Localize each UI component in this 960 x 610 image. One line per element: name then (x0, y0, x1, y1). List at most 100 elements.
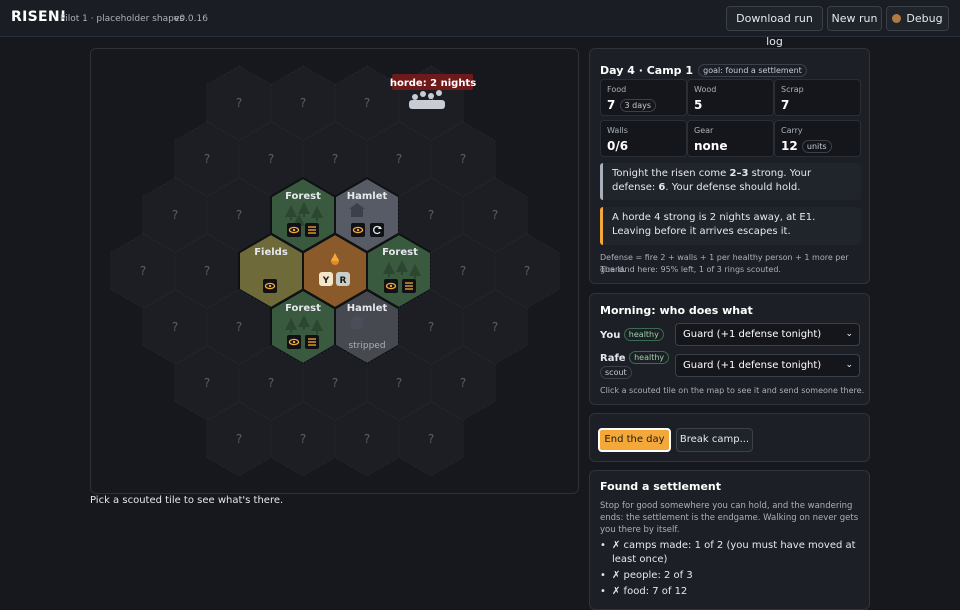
note-text: Tonight the risen come (612, 168, 730, 179)
unknown-tile-mark: ? (364, 96, 370, 110)
camp-person-you: Y (322, 276, 330, 286)
checklist-item: • ✗ people: 2 of 3 (600, 570, 693, 581)
actions-panel: End the day Break camp... (589, 413, 870, 462)
unknown-tile-mark: ? (364, 432, 370, 446)
goal-chip: goal: found a settlement (698, 64, 807, 77)
map-hint: Pick a scouted tile to see what's there. (90, 495, 284, 506)
scout-eye-icon (262, 278, 278, 294)
top-bar: RISEN! Pilot 1 · placeholder shapes v0.0… (0, 0, 960, 48)
app-subtitle: Pilot 1 · placeholder shapes (60, 14, 185, 24)
unknown-tile-mark: ? (204, 264, 210, 278)
unknown-tile-mark: ? (172, 320, 178, 334)
stat-value: 7 (607, 98, 616, 112)
unknown-tile-mark: ? (300, 96, 306, 110)
unknown-tile-mark: ? (268, 152, 274, 166)
status-chip: healthy (623, 328, 664, 341)
unknown-tile-mark: ? (396, 152, 402, 166)
stat-gear: Gear none (687, 120, 774, 157)
task-select-you[interactable]: Guard (+1 defense tonight) ⌄ (675, 323, 860, 346)
tile-label-hamlet: Hamlet (347, 191, 388, 202)
morning-title: Morning: who does what (600, 304, 753, 317)
stat-value: 12 (781, 139, 798, 153)
unknown-tile-mark: ? (524, 264, 530, 278)
unknown-tile-mark: ? (460, 152, 466, 166)
scout-eye-icon (350, 222, 366, 238)
goal-description: Stop for good somewhere you can hold, an… (600, 501, 859, 535)
stat-label: Food (607, 85, 627, 94)
person-name: Rafe (600, 353, 626, 364)
unknown-tile-mark: ? (236, 96, 242, 110)
resources-icon (401, 278, 417, 294)
horde-note: A horde 4 strong is 2 nights away, at E1… (600, 207, 861, 245)
tile-label-hamlet: Hamlet (347, 303, 388, 314)
unknown-tile-mark: ? (396, 376, 402, 390)
unknown-tile-mark: ? (460, 376, 466, 390)
debug-label: Debug (906, 12, 943, 25)
resources-icon (304, 334, 320, 350)
task-value: Guard (+1 defense tonight) (683, 329, 822, 340)
unknown-tile-mark: ? (428, 432, 434, 446)
camp-person-rafe: R (340, 276, 347, 286)
stat-value: 0/6 (607, 139, 629, 153)
unknown-tile-mark: ? (236, 320, 242, 334)
unknown-tile-mark: ? (172, 208, 178, 222)
task-value: Guard (+1 defense tonight) (683, 360, 822, 371)
resources-icon (304, 222, 320, 238)
stat-carry: Carry 12 units (774, 120, 861, 157)
tile-label-fields: Fields (254, 247, 288, 258)
person-name: You (600, 330, 621, 341)
hex-grid[interactable]: ?????????????????????????????? Y R horde… (91, 49, 580, 495)
stat-value: none (694, 139, 728, 153)
download-run-log-button[interactable]: Download run log (726, 6, 823, 48)
stat-label: Carry (781, 126, 803, 135)
stat-label: Scrap (781, 85, 804, 94)
debug-button[interactable]: Debug (886, 6, 949, 31)
goal-checklist: • ✗ camps made: 1 of 2 (you must have mov… (600, 539, 862, 599)
debug-icon (892, 14, 902, 23)
unknown-tile-mark: ? (492, 320, 498, 334)
tile-label-forest: Forest (285, 191, 321, 202)
person-you: You healthy (600, 328, 664, 341)
stat-label: Walls (607, 126, 628, 135)
chevron-down-icon: ⌄ (845, 360, 853, 370)
scout-eye-icon (286, 222, 302, 238)
defense-note: Tonight the risen come 2–3 strong. Your … (600, 163, 861, 200)
person-rafe: Rafe healthy scout (600, 351, 670, 379)
end-day-button[interactable]: End the day (598, 428, 671, 452)
stat-wood: Wood 5 (687, 79, 774, 116)
unknown-tile-mark: ? (460, 264, 466, 278)
stat-chip: units (801, 140, 832, 153)
status-chip: healthy (629, 351, 670, 364)
stat-chip: 3 days (619, 99, 657, 112)
chevron-down-icon: ⌄ (845, 329, 853, 339)
land-status: The land here: 95% left, 1 of 3 rings sc… (600, 265, 781, 274)
goal-title: Found a settlement (600, 480, 722, 493)
unknown-tile-mark: ? (268, 376, 274, 390)
unknown-tile-mark: ? (204, 152, 210, 166)
unknown-tile-mark: ? (236, 208, 242, 222)
checklist-item: • ✗ camps made: 1 of 2 (you must have mov… (600, 540, 856, 565)
unknown-tile-mark: ? (428, 208, 434, 222)
stat-walls: Walls 0/6 (600, 120, 687, 157)
tile-label-forest: Forest (285, 303, 321, 314)
stat-value: 7 (781, 98, 790, 112)
break-camp-button[interactable]: Break camp... (676, 428, 753, 452)
scout-eye-icon (383, 278, 399, 294)
tile-label-forest: Forest (382, 247, 418, 258)
morning-hint: Click a scouted tile on the map to see i… (600, 386, 865, 395)
scout-eye-icon (286, 334, 302, 350)
morning-panel: Morning: who does what You healthy Guard… (589, 293, 870, 405)
hex-map[interactable]: ?????????????????????????????? Y R horde… (90, 48, 579, 494)
unknown-tile-mark: ? (428, 320, 434, 334)
stat-label: Gear (694, 126, 714, 135)
task-select-rafe[interactable]: Guard (+1 defense tonight) ⌄ (675, 354, 860, 377)
status-panel: Day 4 · Camp 1 goal: found a settlement … (589, 48, 870, 284)
unknown-tile-mark: ? (140, 264, 146, 278)
app-logo: RISEN! (11, 9, 67, 25)
new-run-button[interactable]: New run (827, 6, 882, 31)
checklist-item: • ✗ food: 7 of 12 (600, 586, 688, 597)
app-version: v0.0.16 (174, 14, 208, 24)
note-text: . Your defense should hold. (665, 182, 801, 193)
day-camp-title: Day 4 · Camp 1 (600, 64, 694, 77)
tile-status-stripped: stripped (348, 341, 385, 351)
